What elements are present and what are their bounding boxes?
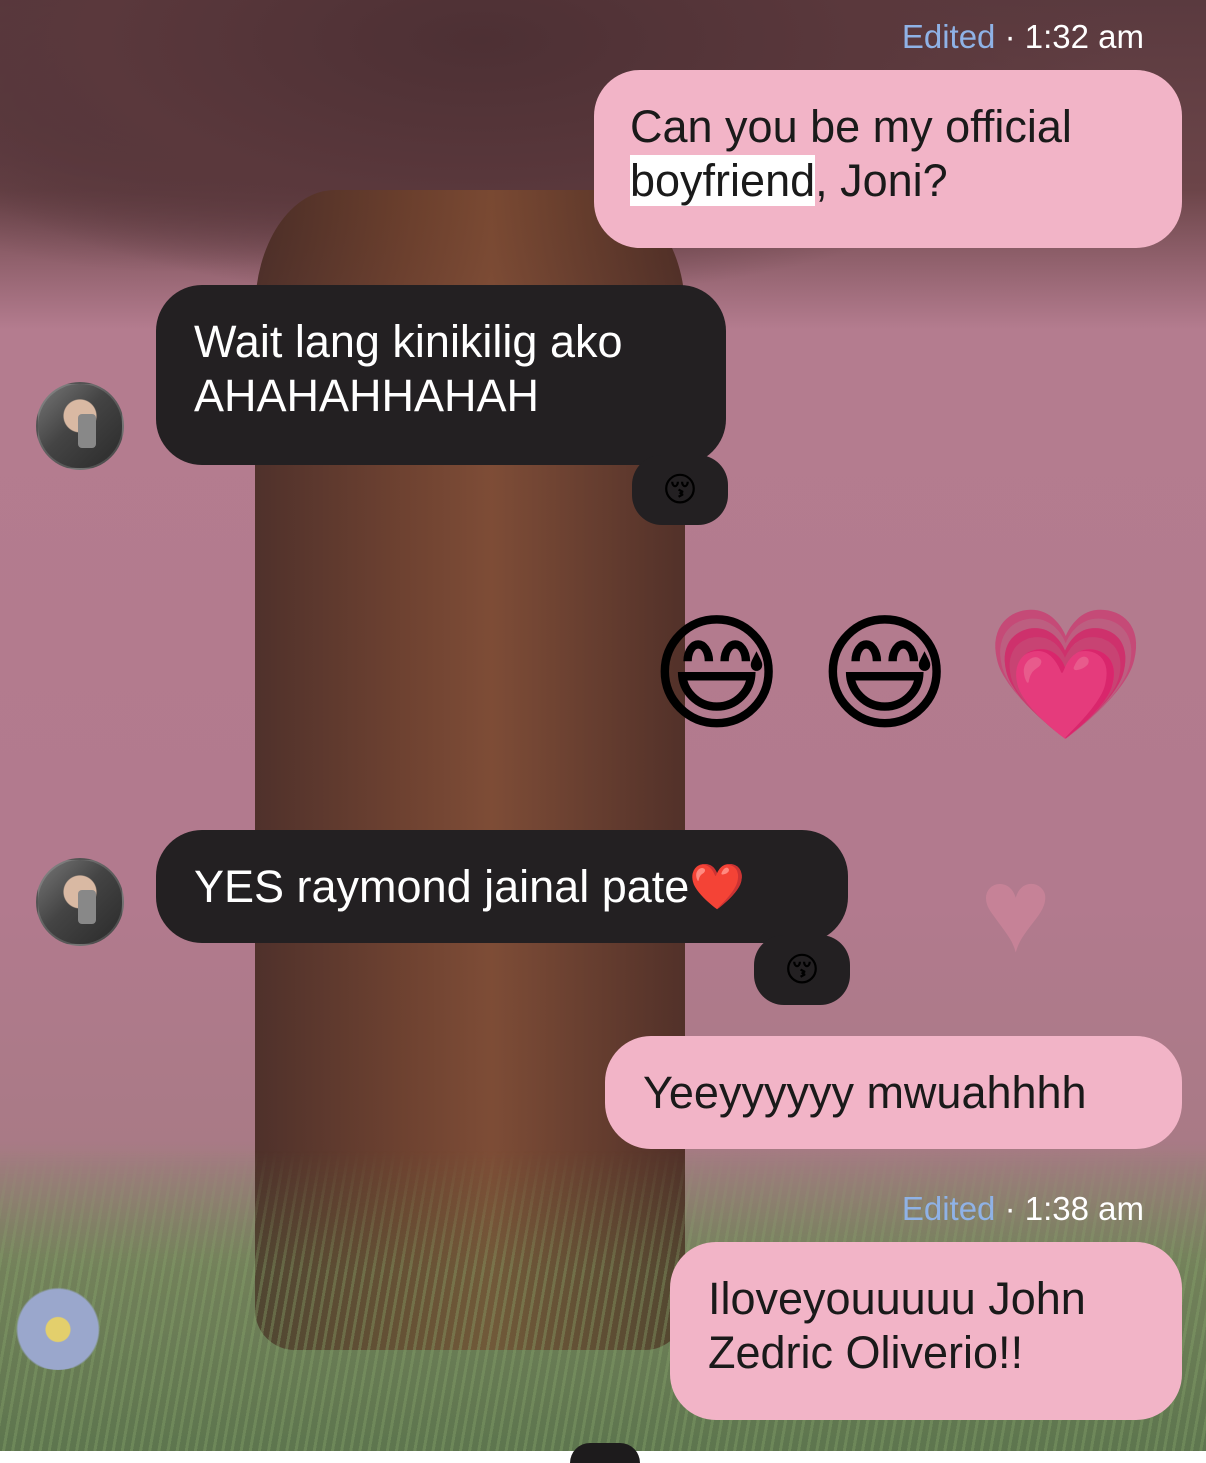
message-text: Yeeyyyyyy mwuahhhh <box>643 1067 1087 1118</box>
incoming-message-bubble[interactable]: YES raymond jainal pate❤️ <box>156 830 848 943</box>
message-text: , Joni? <box>815 155 948 206</box>
wallpaper-heart: ♥ <box>980 843 1052 977</box>
meta-separator: · <box>1004 1190 1016 1227</box>
wallpaper-flower <box>8 1280 108 1370</box>
meta-separator: · <box>1004 18 1016 55</box>
message-text-line: AHAHAHHAHAH <box>194 370 540 421</box>
outgoing-message-bubble[interactable]: Can you be my official boyfriend, Joni? <box>594 70 1182 248</box>
message-text-line: Zedric Oliverio!! <box>708 1327 1024 1378</box>
message-meta-1: Edited · 1:32 am <box>902 18 1144 56</box>
outgoing-message-bubble[interactable]: Iloveyouuuuu John Zedric Oliverio!! <box>670 1242 1182 1420</box>
message-time: 1:32 am <box>1024 18 1144 55</box>
sweat-smile-emoji-icon[interactable]: 😅 <box>818 600 951 750</box>
highlighted-text: boyfriend <box>630 155 816 206</box>
edited-label[interactable]: Edited <box>902 18 996 55</box>
kissing-emoji-icon: 😚 <box>784 951 820 989</box>
message-meta-2: Edited · 1:38 am <box>902 1190 1144 1228</box>
sweat-smile-emoji-icon[interactable]: 😅 <box>650 600 783 750</box>
message-text-line: Iloveyouuuuu John <box>708 1273 1086 1324</box>
message-time: 1:38 am <box>1024 1190 1144 1227</box>
kissing-emoji-icon: 😚 <box>662 471 698 509</box>
contact-avatar[interactable] <box>36 382 124 470</box>
message-text: YES raymond jainal pate❤️ <box>194 861 746 912</box>
reaction-badge[interactable]: 😚 <box>632 455 728 525</box>
scroll-indicator <box>570 1443 640 1463</box>
growing-heart-emoji-icon[interactable]: 💗 <box>986 600 1145 750</box>
incoming-message-bubble[interactable]: Wait lang kinikilig ako AHAHAHHAHAH <box>156 285 726 465</box>
message-text: Can you be my official <box>630 101 1072 152</box>
contact-avatar[interactable] <box>36 858 124 946</box>
outgoing-message-bubble[interactable]: Yeeyyyyyy mwuahhhh <box>605 1036 1182 1149</box>
message-text-line: Wait lang kinikilig ako <box>194 316 623 367</box>
reaction-badge[interactable]: 😚 <box>754 935 850 1005</box>
edited-label[interactable]: Edited <box>902 1190 996 1227</box>
